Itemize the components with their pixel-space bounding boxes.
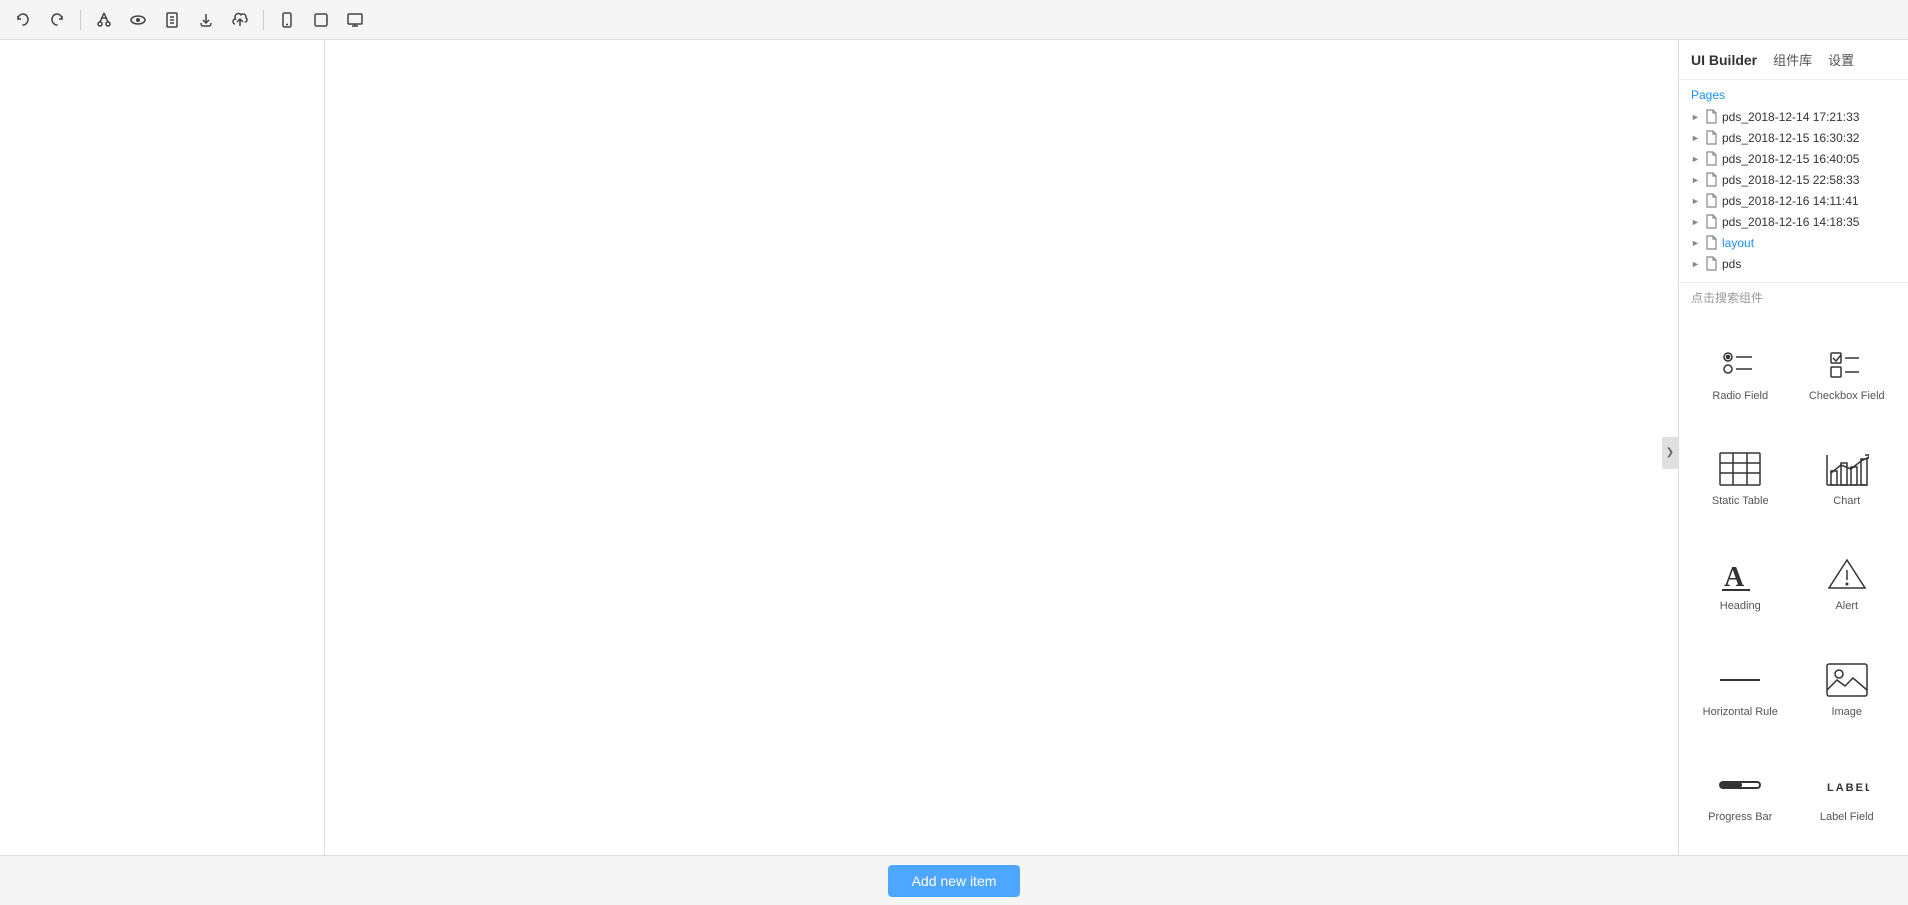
search-components-bar[interactable]: 点击搜索组件 bbox=[1679, 282, 1908, 312]
component-item-progress-bar[interactable]: Progress Bar bbox=[1687, 742, 1794, 847]
collapse-sidebar-button[interactable]: ❯ bbox=[1662, 437, 1678, 469]
left-panel bbox=[0, 40, 325, 855]
svg-text:A: A bbox=[1724, 562, 1745, 592]
file-icon bbox=[1705, 109, 1718, 124]
page-name: pds_2018-12-16 14:18:35 bbox=[1722, 215, 1859, 229]
page-name: pds_2018-12-15 16:30:32 bbox=[1722, 131, 1859, 145]
label-icon: LABEL bbox=[1823, 765, 1871, 805]
page-item-p1[interactable]: ► pds_2018-12-14 17:21:33 bbox=[1691, 106, 1896, 127]
page-name: pds_2018-12-15 16:40:05 bbox=[1722, 152, 1859, 166]
expand-arrow: ► bbox=[1691, 259, 1701, 269]
expand-arrow: ► bbox=[1691, 175, 1701, 185]
component-label-checkbox-field: Checkbox Field bbox=[1809, 390, 1885, 402]
sidebar-title: UI Builder bbox=[1691, 52, 1757, 68]
add-new-item-button[interactable]: Add new item bbox=[888, 865, 1021, 897]
file-button[interactable] bbox=[157, 5, 187, 35]
page-item-p6[interactable]: ► pds_2018-12-16 14:18:35 bbox=[1691, 211, 1896, 232]
sidebar-header: UI Builder 组件库 设置 bbox=[1679, 40, 1908, 80]
cut-button[interactable] bbox=[89, 5, 119, 35]
file-icon bbox=[1705, 256, 1718, 271]
component-item-chart[interactable]: Chart bbox=[1794, 425, 1901, 530]
file-icon bbox=[1705, 193, 1718, 208]
redo-button[interactable] bbox=[42, 5, 72, 35]
chart-icon bbox=[1823, 449, 1871, 489]
pages-label: Pages bbox=[1691, 88, 1896, 102]
radio-icon bbox=[1716, 344, 1764, 384]
page-item-p2[interactable]: ► pds_2018-12-15 16:30:32 bbox=[1691, 127, 1896, 148]
page-item-p5[interactable]: ► pds_2018-12-16 14:11:41 bbox=[1691, 190, 1896, 211]
component-item-alert[interactable]: Alert bbox=[1794, 531, 1901, 636]
page-name: pds_2018-12-14 17:21:33 bbox=[1722, 110, 1859, 124]
component-label-image: Image bbox=[1831, 706, 1862, 718]
tab-components[interactable]: 组件库 bbox=[1769, 48, 1816, 71]
table-icon bbox=[1716, 449, 1764, 489]
pages-section: Pages ► pds_2018-12-14 17:21:33 ► pds_20… bbox=[1679, 80, 1908, 282]
preview-button[interactable] bbox=[123, 5, 153, 35]
component-label-label-field: Label Field bbox=[1820, 811, 1874, 823]
component-item-image[interactable]: Image bbox=[1794, 636, 1901, 741]
file-icon bbox=[1705, 130, 1718, 145]
download-button[interactable] bbox=[191, 5, 221, 35]
component-item-radio-field[interactable]: Radio Field bbox=[1687, 320, 1794, 425]
mobile-view-button[interactable] bbox=[272, 5, 302, 35]
page-name: pds bbox=[1722, 257, 1741, 271]
expand-arrow: ► bbox=[1691, 196, 1701, 206]
expand-arrow: ► bbox=[1691, 112, 1701, 122]
file-icon bbox=[1705, 235, 1718, 250]
page-name: pds_2018-12-15 22:58:33 bbox=[1722, 173, 1859, 187]
hr-icon bbox=[1716, 660, 1764, 700]
svg-text:LABEL: LABEL bbox=[1827, 782, 1869, 794]
checkbox-icon bbox=[1823, 344, 1871, 384]
image-icon bbox=[1823, 660, 1871, 700]
page-name: pds_2018-12-16 14:11:41 bbox=[1722, 194, 1859, 208]
component-label-horizontal-rule: Horizontal Rule bbox=[1703, 706, 1778, 718]
component-item-horizontal-rule[interactable]: Horizontal Rule bbox=[1687, 636, 1794, 741]
component-item-checkbox-field[interactable]: Checkbox Field bbox=[1794, 320, 1901, 425]
expand-arrow: ► bbox=[1691, 217, 1701, 227]
page-item-p8[interactable]: ► pds bbox=[1691, 253, 1896, 274]
right-sidebar: UI Builder 组件库 设置 Pages ► pds_2018-12-14… bbox=[1678, 40, 1908, 855]
file-icon bbox=[1705, 172, 1718, 187]
heading-icon: A bbox=[1716, 554, 1764, 594]
alert-icon bbox=[1823, 554, 1871, 594]
component-label-chart: Chart bbox=[1833, 495, 1860, 507]
desktop-view-button[interactable] bbox=[340, 5, 370, 35]
component-label-heading: Heading bbox=[1720, 600, 1761, 612]
page-name: layout bbox=[1722, 236, 1754, 250]
main-area: UI Builder 组件库 设置 Pages ► pds_2018-12-14… bbox=[0, 40, 1908, 855]
bottom-bar: Add new item bbox=[0, 855, 1908, 905]
progress-icon bbox=[1716, 765, 1764, 805]
page-item-p4[interactable]: ► pds_2018-12-15 22:58:33 bbox=[1691, 169, 1896, 190]
canvas-area bbox=[325, 40, 1678, 855]
toolbar bbox=[0, 0, 1908, 40]
pages-list: ► pds_2018-12-14 17:21:33 ► pds_2018-12-… bbox=[1691, 106, 1896, 274]
expand-arrow: ► bbox=[1691, 154, 1701, 164]
upload-button[interactable] bbox=[225, 5, 255, 35]
component-label-alert: Alert bbox=[1835, 600, 1858, 612]
tablet-view-button[interactable] bbox=[306, 5, 336, 35]
component-item-heading[interactable]: A Heading bbox=[1687, 531, 1794, 636]
component-label-radio-field: Radio Field bbox=[1712, 390, 1768, 402]
component-item-static-table[interactable]: Static Table bbox=[1687, 425, 1794, 530]
file-icon bbox=[1705, 214, 1718, 229]
components-grid: Radio Field Checkbox Field Static Table … bbox=[1679, 312, 1908, 855]
undo-button[interactable] bbox=[8, 5, 38, 35]
component-label-progress-bar: Progress Bar bbox=[1708, 811, 1772, 823]
tab-settings[interactable]: 设置 bbox=[1824, 48, 1858, 71]
page-item-p3[interactable]: ► pds_2018-12-15 16:40:05 bbox=[1691, 148, 1896, 169]
component-item-label-field[interactable]: LABEL Label Field bbox=[1794, 742, 1901, 847]
component-label-static-table: Static Table bbox=[1712, 495, 1769, 507]
expand-arrow: ► bbox=[1691, 238, 1701, 248]
expand-arrow: ► bbox=[1691, 133, 1701, 143]
page-item-p7[interactable]: ► layout bbox=[1691, 232, 1896, 253]
file-icon bbox=[1705, 151, 1718, 166]
